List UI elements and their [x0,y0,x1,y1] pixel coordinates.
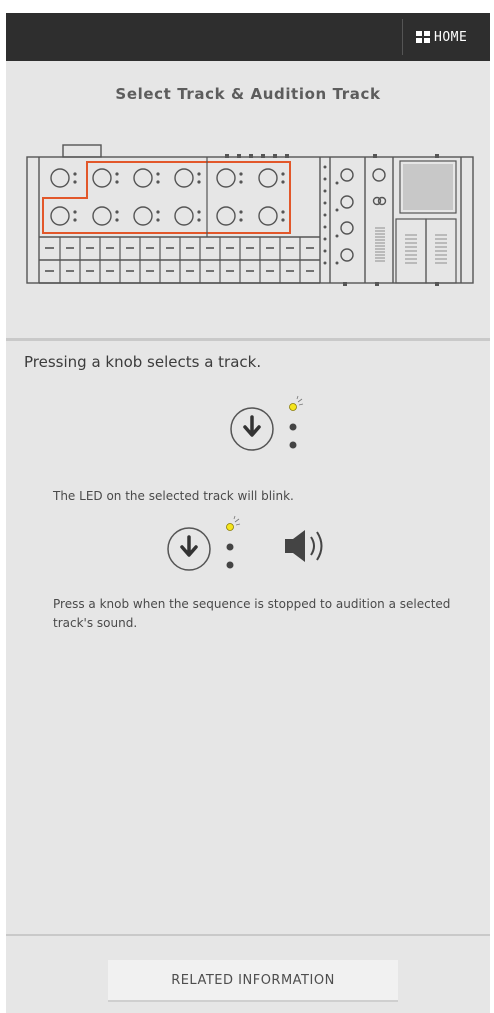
knob-row-top [50,168,278,188]
led-note-text: The LED on the selected track will blink… [53,489,294,503]
home-label: HOME [434,29,468,45]
led-blink-icon [226,515,241,531]
track-highlight [42,161,291,234]
related-information-button[interactable]: RELATED INFORMATION [108,960,398,1000]
audition-note-text: Press a knob when the sequence is stoppe… [53,597,451,630]
audition-illustration [167,515,323,571]
page-title: Select Track & Audition Track [115,85,381,103]
footer: RELATED INFORMATION [6,936,490,1013]
knob-select-illustration [230,395,304,451]
knob-row-bottom [50,206,278,226]
topbar-divider [402,19,403,55]
intro-text: Pressing a knob selects a track. [24,353,262,371]
hero-section: Select Track & Audition Track [6,61,490,338]
app-root: HOME Select Track & Audition Track Press… [0,0,494,1013]
top-bar: HOME [6,13,490,61]
home-button[interactable]: HOME [416,13,486,61]
speaker-icon [285,530,323,562]
home-grid-icon [416,31,430,43]
content-section: Pressing a knob selects a track. The LED… [6,341,490,934]
led-blink-icon [289,395,304,411]
device-illustration [26,144,474,286]
